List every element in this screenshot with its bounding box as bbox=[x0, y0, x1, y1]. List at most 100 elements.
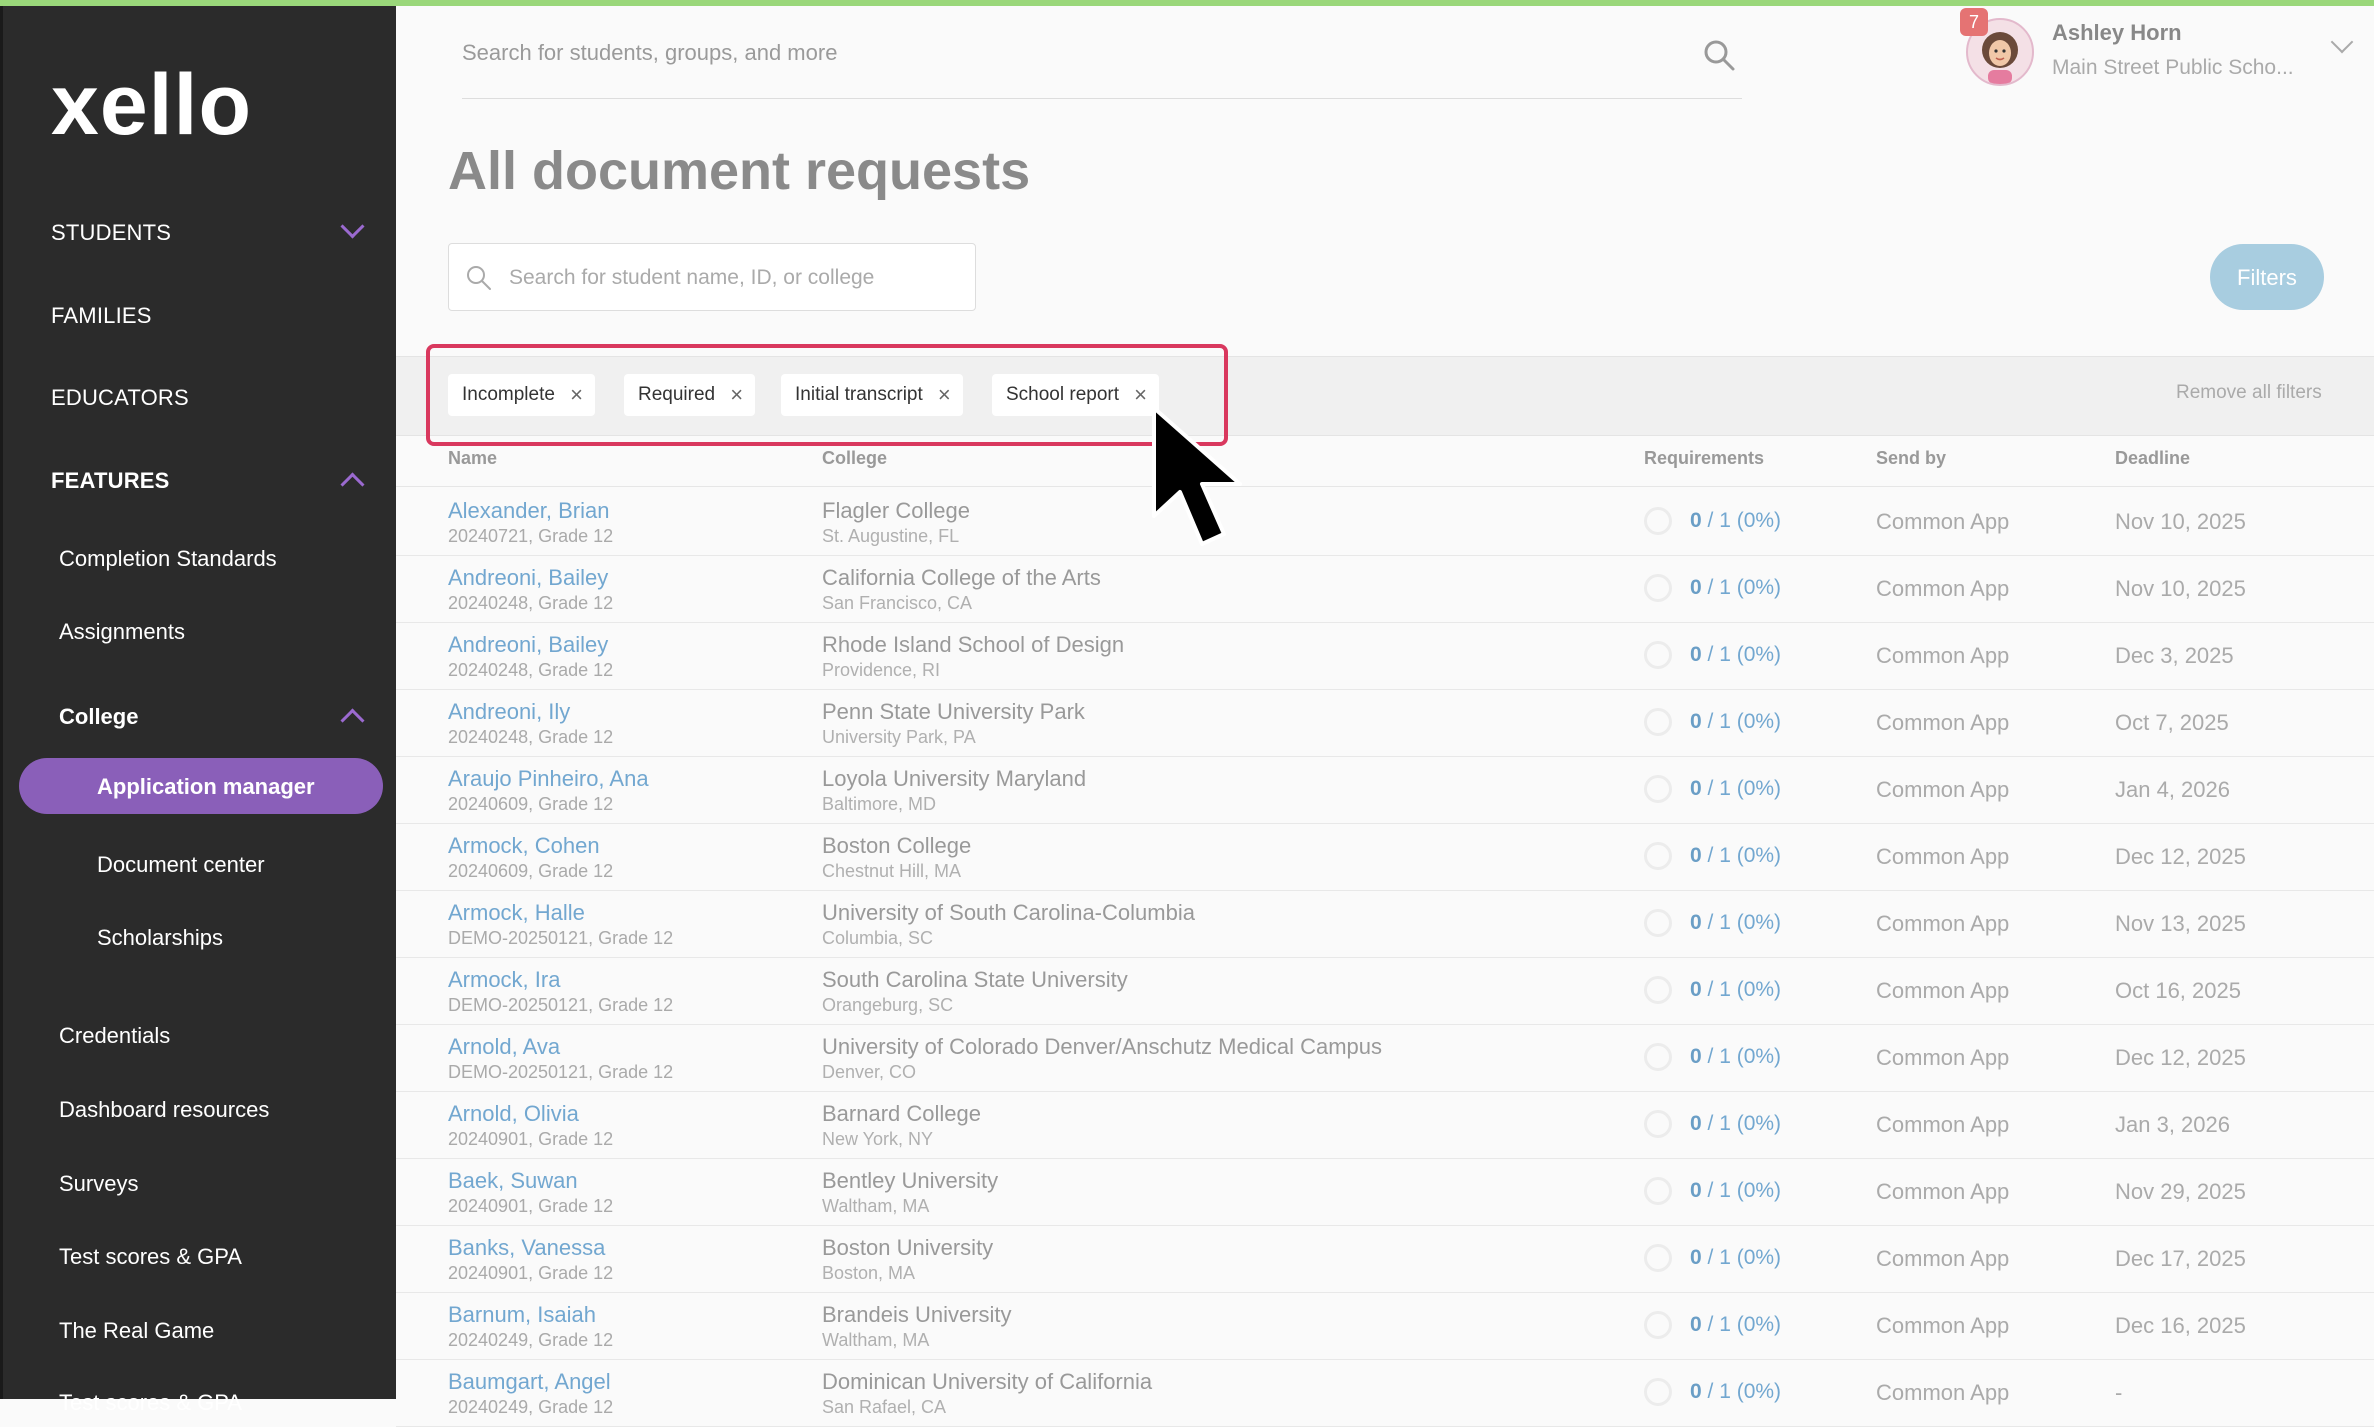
deadline: Nov 10, 2025 bbox=[2115, 576, 2246, 601]
nav-college[interactable]: College bbox=[3, 704, 399, 733]
requirements-progress[interactable]: 0 / 1 (0%) bbox=[1690, 1112, 1781, 1136]
nav-dashboard-resources[interactable]: Dashboard resources bbox=[3, 1097, 399, 1123]
requirements-progress[interactable]: 0 / 1 (0%) bbox=[1690, 1179, 1781, 1203]
send-by: Common App bbox=[1876, 576, 2010, 601]
table-row[interactable]: Armock, Ira DEMO-20250121, Grade 12 South … bbox=[396, 957, 2374, 1025]
student-name-link[interactable]: Barnum, Isaiah bbox=[448, 1302, 596, 1328]
nav-completion-standards[interactable]: Completion Standards bbox=[3, 546, 399, 572]
search-icon bbox=[465, 264, 493, 297]
table-row[interactable]: Armock, Cohen 20240609, Grade 12 Boston Co… bbox=[396, 823, 2374, 891]
nav-the-real-game[interactable]: The Real Game bbox=[3, 1318, 399, 1344]
college-location: Providence, RI bbox=[822, 660, 941, 680]
requirements-progress[interactable]: 0 / 1 (0%) bbox=[1690, 844, 1781, 868]
send-by: Common App bbox=[1876, 978, 2010, 1003]
table-row[interactable]: Arnold, Ava DEMO-20250121, Grade 12 Univer… bbox=[396, 1024, 2374, 1092]
student-id: 20240249, Grade 12 bbox=[448, 1330, 614, 1350]
student-name-link[interactable]: Armock, Cohen bbox=[448, 833, 600, 859]
send-by: Common App bbox=[1876, 844, 2010, 869]
requirements-progress[interactable]: 0 / 1 (0%) bbox=[1690, 643, 1781, 667]
deadline: Oct 16, 2025 bbox=[2115, 978, 2241, 1003]
nav-scholarships[interactable]: Scholarships bbox=[3, 925, 399, 951]
college-location: Chestnut Hill, MA bbox=[822, 861, 962, 881]
column-header-send-by[interactable]: Send by bbox=[1876, 448, 1946, 469]
student-id: 20240248, Grade 12 bbox=[448, 593, 614, 613]
requirements-progress[interactable]: 0 / 1 (0%) bbox=[1690, 911, 1781, 935]
send-by: Common App bbox=[1876, 1313, 2010, 1338]
nav-features[interactable]: FEATURES bbox=[3, 468, 399, 497]
remove-all-filters-link[interactable]: Remove all filters bbox=[2176, 382, 2322, 404]
student-name-link[interactable]: Armock, Ira bbox=[448, 967, 560, 993]
nav-document-center[interactable]: Document center bbox=[3, 852, 399, 878]
student-name-link[interactable]: Arnold, Olivia bbox=[448, 1101, 579, 1127]
column-header-requirements[interactable]: Requirements bbox=[1644, 448, 1764, 469]
table-row[interactable]: Armock, Halle DEMO-20250121, Grade 12 Univ… bbox=[396, 890, 2374, 958]
student-name-link[interactable]: Alexander, Brian bbox=[448, 498, 609, 524]
student-name-link[interactable]: Andreoni, Bailey bbox=[448, 632, 608, 658]
requirements-progress[interactable]: 0 / 1 (0%) bbox=[1690, 1313, 1781, 1337]
nav-families[interactable]: FAMILIES bbox=[3, 303, 399, 329]
requirements-progress[interactable]: 0 / 1 (0%) bbox=[1690, 978, 1781, 1002]
college-name: Bentley University bbox=[822, 1168, 999, 1193]
progress-ring-icon bbox=[1644, 1378, 1672, 1406]
requirements-progress[interactable]: 0 / 1 (0%) bbox=[1690, 1246, 1781, 1270]
table-row[interactable]: Andreoni, Ily 20240248, Grade 12 Penn Stat… bbox=[396, 689, 2374, 757]
student-name-link[interactable]: Armock, Halle bbox=[448, 900, 585, 926]
student-id: 20240609, Grade 12 bbox=[448, 794, 614, 814]
college-name: Barnard College bbox=[822, 1101, 981, 1126]
student-name-link[interactable]: Andreoni, Bailey bbox=[448, 565, 608, 591]
college-location: San Francisco, CA bbox=[822, 593, 973, 613]
table-row[interactable]: Baumgart, Angel 20240249, Grade 12 Dominic… bbox=[396, 1359, 2374, 1427]
nav-test-scores-gpa[interactable]: Test scores & GPA bbox=[3, 1244, 399, 1270]
table-row[interactable]: Andreoni, Bailey 20240248, Grade 12 Califo… bbox=[396, 555, 2374, 623]
progress-ring-icon bbox=[1644, 842, 1672, 870]
nav-assignments[interactable]: Assignments bbox=[3, 619, 399, 645]
student-name-link[interactable]: Baumgart, Angel bbox=[448, 1369, 611, 1395]
student-name-link[interactable]: Arnold, Ava bbox=[448, 1034, 560, 1060]
college-name: Brandeis University bbox=[822, 1302, 1012, 1327]
requirements-progress[interactable]: 0 / 1 (0%) bbox=[1690, 1380, 1781, 1404]
requirements-progress[interactable]: 0 / 1 (0%) bbox=[1690, 509, 1781, 533]
search-icon[interactable] bbox=[1702, 38, 1736, 77]
user-menu[interactable]: 7 Ashley Horn Main Street Public Scho... bbox=[1960, 8, 2356, 86]
nav-credentials[interactable]: Credentials bbox=[3, 1023, 399, 1049]
table-row[interactable]: Arnold, Olivia 20240901, Grade 12 Barnard … bbox=[396, 1091, 2374, 1159]
table-row[interactable]: Banks, Vanessa 20240901, Grade 12 Boston U… bbox=[396, 1225, 2374, 1293]
column-header-college[interactable]: College bbox=[822, 448, 887, 469]
requirements-progress[interactable]: 0 / 1 (0%) bbox=[1690, 1045, 1781, 1069]
student-name-link[interactable]: Andreoni, Ily bbox=[448, 699, 570, 725]
chevron-down-icon[interactable] bbox=[2330, 30, 2354, 54]
requirements-progress[interactable]: 0 / 1 (0%) bbox=[1690, 777, 1781, 801]
table-row[interactable]: Andreoni, Bailey 20240248, Grade 12 Rhode … bbox=[396, 622, 2374, 690]
nav-students[interactable]: STUDENTS bbox=[3, 214, 399, 246]
nav-application-manager[interactable]: Application manager bbox=[19, 758, 383, 814]
table-row[interactable]: Alexander, Brian 20240721, Grade 12 Flagle… bbox=[396, 488, 2374, 556]
college-location: Orangeburg, SC bbox=[822, 995, 954, 1015]
student-id: DEMO-20250121, Grade 12 bbox=[448, 995, 674, 1015]
column-header-deadline[interactable]: Deadline bbox=[2115, 448, 2190, 469]
student-name-link[interactable]: Baek, Suwan bbox=[448, 1168, 578, 1194]
nav-educators[interactable]: EDUCATORS bbox=[3, 385, 399, 411]
requirements-progress[interactable]: 0 / 1 (0%) bbox=[1690, 576, 1781, 600]
table-row[interactable]: Barnum, Isaiah 20240249, Grade 12 Brandeis… bbox=[396, 1292, 2374, 1360]
student-name-link[interactable]: Banks, Vanessa bbox=[448, 1235, 605, 1261]
college-location: New York, NY bbox=[822, 1129, 934, 1149]
notification-badge[interactable]: 7 bbox=[1960, 8, 1988, 36]
deadline: Nov 10, 2025 bbox=[2115, 509, 2246, 534]
column-header-name[interactable]: Name bbox=[448, 448, 497, 469]
student-id: 20240901, Grade 12 bbox=[448, 1263, 614, 1283]
user-name: Ashley Horn bbox=[2052, 20, 2182, 45]
chevron-up-icon bbox=[340, 472, 365, 497]
table-row[interactable]: Araujo Pinheiro, Ana 20240609, Grade 12 Lo… bbox=[396, 756, 2374, 824]
deadline: Nov 29, 2025 bbox=[2115, 1179, 2246, 1204]
college-name: University of Colorado Denver/Anschutz M… bbox=[822, 1034, 1383, 1059]
global-search[interactable]: Search for students, groups, and more bbox=[462, 36, 1742, 99]
nav-test-scores-gpa-2[interactable]: Test scores & GPA bbox=[3, 1390, 399, 1416]
request-search-input[interactable]: Search for student name, ID, or college bbox=[448, 243, 976, 311]
deadline: Jan 4, 2026 bbox=[2115, 777, 2230, 802]
requirements-progress[interactable]: 0 / 1 (0%) bbox=[1690, 710, 1781, 734]
xello-logo[interactable]: xello bbox=[51, 56, 252, 155]
student-name-link[interactable]: Araujo Pinheiro, Ana bbox=[448, 766, 649, 792]
nav-surveys[interactable]: Surveys bbox=[3, 1171, 399, 1197]
filters-button[interactable]: Filters bbox=[2210, 244, 2324, 310]
table-row[interactable]: Baek, Suwan 20240901, Grade 12 Bentley Uni… bbox=[396, 1158, 2374, 1226]
